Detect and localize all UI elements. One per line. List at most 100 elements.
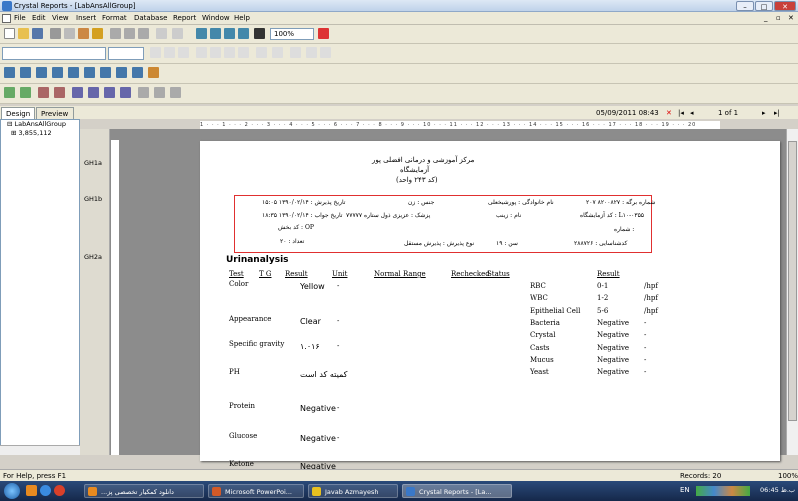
template-expert-icon[interactable] <box>88 87 99 98</box>
task-powerpoint[interactable]: Microsoft PowerPoi... <box>208 484 304 498</box>
task-javab-azmayesh[interactable]: Javab Azmayesh <box>308 484 398 498</box>
last-page-icon[interactable]: ▸| <box>774 109 780 117</box>
print-icon[interactable] <box>50 28 61 39</box>
right-row-result: Negative <box>597 368 630 377</box>
save-icon[interactable] <box>32 28 43 39</box>
section-labels: GH1a GH1b GH2a <box>80 129 110 455</box>
report-explorer-icon[interactable] <box>224 28 235 39</box>
menu-file[interactable]: File <box>14 14 26 22</box>
summary-icon[interactable] <box>36 67 47 78</box>
align-right-icon[interactable] <box>224 47 235 58</box>
start-button[interactable] <box>4 483 20 499</box>
media-icon[interactable] <box>54 485 65 496</box>
prev-page-icon[interactable]: ◂ <box>690 109 694 117</box>
maximize-button[interactable]: □ <box>755 1 773 11</box>
mdi-restore-button[interactable]: ▫ <box>776 14 781 22</box>
menu-edit[interactable]: Edit <box>32 14 46 22</box>
scrollbar-thumb[interactable] <box>788 141 797 421</box>
currency-icon[interactable] <box>290 47 301 58</box>
export-icon[interactable] <box>78 28 89 39</box>
set-location-icon[interactable] <box>170 87 181 98</box>
language-indicator[interactable]: EN <box>680 486 690 494</box>
section-gh2a[interactable]: GH2a <box>84 253 102 261</box>
open-icon[interactable] <box>18 28 29 39</box>
tray-icons[interactable] <box>696 486 750 496</box>
olap-icon[interactable] <box>84 67 95 78</box>
show-sql-icon[interactable] <box>138 87 149 98</box>
section-gh1a[interactable]: GH1a <box>84 159 102 167</box>
group-expert-icon[interactable] <box>120 87 131 98</box>
close-button[interactable]: ✕ <box>774 1 796 11</box>
paste-icon[interactable] <box>138 28 149 39</box>
menu-view[interactable]: View <box>52 14 69 22</box>
group-icon[interactable] <box>196 28 207 39</box>
menu-report[interactable]: Report <box>173 14 196 22</box>
help-icon[interactable] <box>318 28 329 39</box>
new-icon[interactable] <box>4 28 15 39</box>
tree-child[interactable]: ⊞ 3,855,112 <box>1 129 79 138</box>
highlighting-expert-icon[interactable] <box>104 87 115 98</box>
percent-icon[interactable] <box>306 47 317 58</box>
database-icon[interactable] <box>154 87 165 98</box>
bold-icon[interactable] <box>150 47 161 58</box>
chart-icon[interactable] <box>68 67 79 78</box>
field-explorer-icon[interactable] <box>210 28 221 39</box>
menu-database[interactable]: Database <box>134 14 167 22</box>
sort-expert-icon[interactable] <box>20 87 31 98</box>
refresh-icon[interactable] <box>92 28 103 39</box>
cross-tab-icon[interactable] <box>52 67 63 78</box>
formula-workshop-icon[interactable] <box>38 87 49 98</box>
copy-icon[interactable] <box>124 28 135 39</box>
mdi-minimize-button[interactable]: _ <box>764 14 768 22</box>
mdi-close-button[interactable]: ✕ <box>788 14 794 22</box>
group-insert-icon[interactable] <box>20 67 31 78</box>
line-icon[interactable] <box>116 67 127 78</box>
first-page-icon[interactable]: |◂ <box>678 109 684 117</box>
justify-icon[interactable] <box>238 47 249 58</box>
menu-window[interactable]: Window <box>202 14 230 22</box>
align-center-icon[interactable] <box>210 47 221 58</box>
database-expert-icon[interactable] <box>72 87 83 98</box>
minimize-button[interactable]: – <box>736 1 754 11</box>
box-icon[interactable] <box>132 67 143 78</box>
text-object-icon[interactable] <box>4 67 15 78</box>
ie-icon[interactable] <box>40 485 51 496</box>
border-icon[interactable] <box>272 47 283 58</box>
menu-insert[interactable]: Insert <box>76 14 96 22</box>
font-color-icon[interactable] <box>256 47 267 58</box>
cut-icon[interactable] <box>110 28 121 39</box>
menu-format[interactable]: Format <box>102 14 127 22</box>
picture-icon[interactable] <box>148 67 159 78</box>
find-icon[interactable] <box>254 28 265 39</box>
section-gh1b[interactable]: GH1b <box>84 195 102 203</box>
section-expert-icon[interactable] <box>54 87 65 98</box>
document-icon[interactable] <box>2 14 11 23</box>
right-row-unit: /hpf <box>644 306 658 315</box>
align-left-icon[interactable] <box>196 47 207 58</box>
stop-icon[interactable]: ✕ <box>666 109 672 117</box>
italic-icon[interactable] <box>164 47 175 58</box>
tab-design[interactable]: Design <box>1 107 35 119</box>
next-page-icon[interactable]: ▸ <box>762 109 766 117</box>
vertical-scrollbar[interactable] <box>786 129 798 455</box>
right-row-result: Negative <box>597 343 630 352</box>
select-expert-icon[interactable] <box>4 87 15 98</box>
repository-icon[interactable] <box>238 28 249 39</box>
redo-icon[interactable] <box>172 28 183 39</box>
tab-preview[interactable]: Preview <box>36 107 74 119</box>
decimal-icon[interactable] <box>320 47 331 58</box>
task-browser[interactable]: ...دانلود کمکیار تخصصی پز <box>84 484 204 498</box>
print-preview-icon[interactable] <box>64 28 75 39</box>
page-indicator: 1 of 1 <box>718 109 739 117</box>
zoom-select[interactable]: 100% <box>270 28 314 40</box>
menu-help[interactable]: Help <box>234 14 250 22</box>
task-crystal-reports[interactable]: Crystal Reports - [La... <box>402 484 512 498</box>
tree-root[interactable]: ⊟ LabAnsAllGroup <box>1 120 79 129</box>
subreport-icon[interactable] <box>100 67 111 78</box>
underline-icon[interactable] <box>178 47 189 58</box>
folder-icon[interactable] <box>26 485 37 496</box>
tree-horizontal-scrollbar[interactable] <box>0 445 80 455</box>
font-size-select[interactable] <box>108 47 144 60</box>
undo-icon[interactable] <box>156 28 167 39</box>
font-name-select[interactable] <box>2 47 106 60</box>
